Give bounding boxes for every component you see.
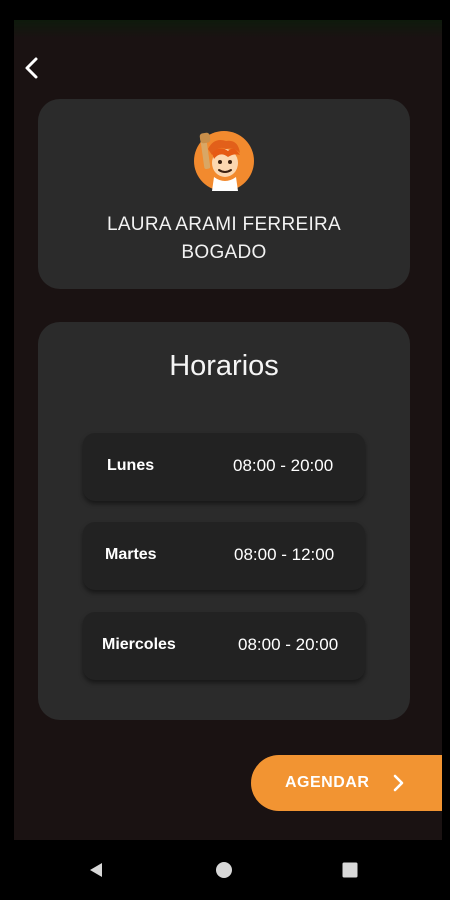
schedule-hours: 08:00 - 20:00 <box>238 635 339 654</box>
square-recents-icon <box>342 862 358 878</box>
schedule-day: Miercoles <box>102 636 176 653</box>
schedule-card: Horarios Lunes 08:00 - 20:00 Martes 08:0… <box>38 322 410 720</box>
chevron-left-icon <box>25 57 38 79</box>
schedule-day: Lunes <box>107 457 155 474</box>
profile-card: LAURA ARAMI FERREIRA BOGADO <box>38 99 410 289</box>
nav-back-button[interactable] <box>83 857 109 883</box>
schedule-title: Horarios <box>169 350 279 382</box>
profile-name-line1: LAURA ARAMI FERREIRA <box>106 214 342 235</box>
chevron-right-icon <box>393 774 404 792</box>
status-bar <box>14 20 442 38</box>
profile-name: LAURA ARAMI FERREIRA BOGADO <box>38 211 410 267</box>
circle-home-icon <box>216 862 232 878</box>
avatar-illustration-icon <box>194 131 254 191</box>
schedule-row-lunes: Lunes 08:00 - 20:00 <box>83 433 365 501</box>
system-nav-bar <box>0 840 450 900</box>
back-button[interactable] <box>16 52 48 84</box>
avatar <box>194 131 254 191</box>
schedule-day: Martes <box>105 546 157 563</box>
agendar-label: AGENDAR <box>285 774 370 791</box>
schedule-hours: 08:00 - 12:00 <box>234 545 335 564</box>
nav-home-button[interactable] <box>211 857 237 883</box>
profile-name-line2: BOGADO <box>181 242 267 263</box>
agendar-button[interactable]: AGENDAR <box>251 755 442 811</box>
app-screen: LAURA ARAMI FERREIRA BOGADO Horarios Lun… <box>14 20 442 840</box>
schedule-row-miercoles: Miercoles 08:00 - 20:00 <box>83 612 365 680</box>
triangle-back-icon <box>90 863 102 877</box>
schedule-row-martes: Martes 08:00 - 12:00 <box>83 522 365 590</box>
nav-recents-button[interactable] <box>337 857 363 883</box>
schedule-hours: 08:00 - 20:00 <box>233 456 334 475</box>
